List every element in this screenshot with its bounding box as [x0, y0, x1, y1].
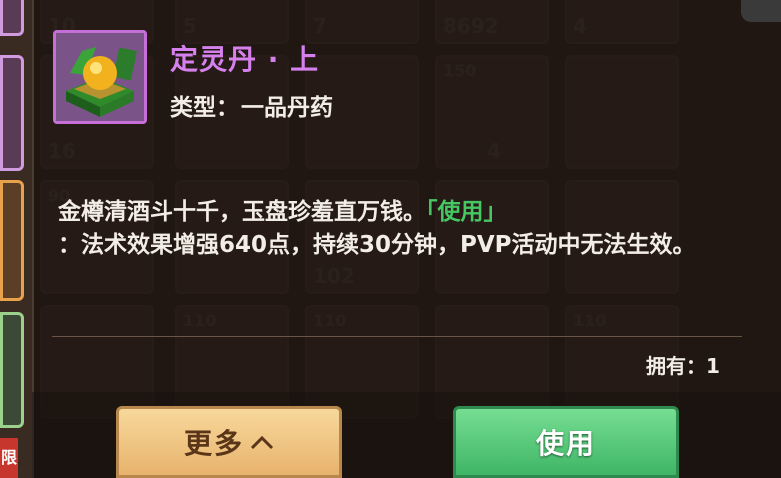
item-type-label: 类型： [170, 95, 239, 121]
side-tab[interactable] [0, 312, 24, 428]
item-icon-frame [53, 30, 147, 124]
owned-count: 拥有：1 [646, 350, 720, 379]
chevron-up-icon [250, 435, 274, 450]
divider [52, 336, 742, 337]
owned-label: 拥有： [646, 354, 706, 378]
item-type-value: 一品丹药 [241, 95, 333, 121]
item-type: 类型：一品丹药 [170, 88, 333, 122]
item-description: 金樽清酒斗十千，玉盘珍羞直万钱。「使用」 ：法术效果增强640点，持续30分钟，… [58, 196, 708, 262]
item-name: 定灵丹 · 上 [170, 43, 320, 76]
side-tab[interactable] [0, 180, 24, 301]
jade-box-pill-icon [56, 33, 144, 121]
effect-text: ：法术效果增强640点，持续30分钟，PVP活动中无法生效。 [58, 232, 696, 258]
owned-value: 1 [706, 354, 720, 378]
limited-label: 限 [0, 438, 18, 478]
more-label: 更多 [183, 427, 244, 460]
side-tab[interactable] [0, 55, 24, 171]
use-label: 使用 [535, 427, 596, 460]
use-button[interactable]: 使用 [453, 406, 679, 478]
description-text: 金樽清酒斗十千，玉盘珍羞直万钱。 [58, 199, 426, 225]
close-button[interactable] [741, 0, 781, 22]
use-tag: 「使用」 [426, 199, 507, 225]
more-button[interactable]: 更多 [116, 406, 342, 478]
side-tab[interactable] [0, 0, 24, 36]
